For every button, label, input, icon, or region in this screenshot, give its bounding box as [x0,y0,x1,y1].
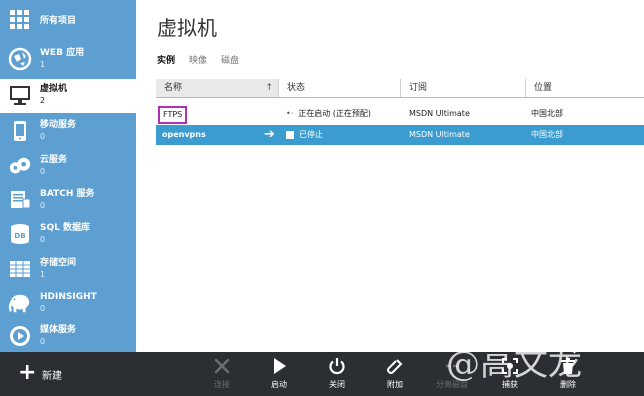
attach-label: 附加 [387,380,403,389]
stopped-status-icon [286,130,294,139]
attach-icon [385,356,405,376]
sidebar-item-label: WEB 应用 [40,48,85,58]
attach-button[interactable]: 附加 [375,356,415,392]
table-row[interactable]: FTPS •· 正在启动 (正在预配) MSDN Ultimate 中国北部 [156,104,644,124]
vm-location: 中国北部 [531,109,563,118]
database-icon: DB [8,222,32,246]
web-app-icon [8,47,32,71]
sidebar-item-web-apps[interactable]: WEB 应用 1 [0,43,136,77]
plus-icon: + [18,360,37,385]
sidebar-item-label: 存储空间 [40,258,77,268]
detach-icon [442,356,462,376]
delete-button[interactable]: 删除 [548,356,588,392]
sort-ascending-icon: ↑ [265,83,273,93]
connect-button[interactable]: 连接 [202,356,242,392]
shutdown-label: 关闭 [329,380,345,389]
command-bar: + 新建 连接 启动 关闭 附加 分离磁盘 捕获 删除 [0,352,644,396]
sidebar-item-label: 媒体服务 [40,325,77,335]
vm-name[interactable]: openvpns [162,125,206,145]
column-header-label: 位置 [534,83,553,93]
column-header-label: 状态 [287,83,306,93]
sidebar-item-cloud-services[interactable]: 云服务 0 [0,150,136,184]
vm-name-cell: FTPS [158,104,268,124]
start-button[interactable]: 启动 [259,356,299,392]
capture-button[interactable]: 捕获 [490,356,530,392]
column-header-name[interactable]: 名称 ↑ [156,79,279,97]
shutdown-button[interactable]: 关闭 [317,356,357,392]
delete-label: 删除 [560,380,576,389]
svg-text:DB: DB [14,232,25,240]
sidebar-item-label: BATCH 服务 [40,189,95,199]
column-header-subscription[interactable]: 订阅 [401,79,526,97]
sidebar: 所有项目 WEB 应用 1 虚拟机 2 移动服务 0 云服务 0 BATCH 服… [0,0,136,352]
sidebar-item-storage[interactable]: 存储空间 1 [0,253,136,287]
new-button-label: 新建 [42,371,62,382]
virtual-machine-icon [8,83,32,107]
sidebar-item-label: 移动服务 [40,120,77,130]
vm-subscription: MSDN Ultimate [409,130,470,139]
sidebar-item-all-items[interactable]: 所有项目 [0,4,136,38]
media-play-icon [8,324,32,348]
column-header-label: 名称 [164,83,183,93]
tab-images[interactable]: 映像 [189,53,207,66]
storage-table-icon [8,257,32,281]
page-title: 虚拟机 [157,16,217,40]
capture-icon [500,356,520,376]
sidebar-item-label: SQL 数据库 [40,223,91,233]
sidebar-item-count: 0 [40,304,46,313]
sidebar-item-sql-databases[interactable]: DB SQL 数据库 0 [0,218,136,252]
table-header: 名称 ↑ 状态 订阅 位置 [156,79,644,98]
starting-status-icon: •· [286,109,294,118]
grid-icon [8,8,32,32]
vm-subscription: MSDN Ultimate [409,109,470,118]
sidebar-item-count: 0 [40,201,46,210]
start-label: 启动 [271,380,287,389]
sidebar-item-count: 0 [40,167,46,176]
sidebar-item-count: 1 [40,270,46,279]
trash-icon [558,356,578,376]
batch-icon [8,188,32,212]
cloud-gear-icon [8,154,32,178]
vm-status-cell: •· 正在启动 (正在预配) [286,104,371,124]
sidebar-item-media-services[interactable]: 媒体服务 0 [0,320,136,354]
sidebar-item-mobile-services[interactable]: 移动服务 0 [0,115,136,149]
vm-location: 中国北部 [531,130,563,139]
sidebar-item-label: 云服务 [40,155,68,165]
vm-status: 正在启动 (正在预配) [298,109,372,118]
sidebar-item-count: 1 [40,60,46,69]
sidebar-item-hdinsight[interactable]: HDINSIGHT 0 [0,287,136,321]
table-row-selected[interactable]: openvpns ➔ 已停止 MSDN Ultimate 中国北部 [156,125,644,145]
sidebar-item-batch-services[interactable]: BATCH 服务 0 [0,184,136,218]
play-icon [269,356,289,376]
connect-label: 连接 [214,380,230,389]
tab-instances[interactable]: 实例 [157,53,175,66]
detach-disk-label: 分离磁盘 [436,380,468,389]
sidebar-item-count: 0 [40,235,46,244]
detach-disk-button[interactable]: 分离磁盘 [432,356,472,392]
sidebar-item-virtual-machines[interactable]: 虚拟机 2 [0,79,136,113]
elephant-icon [8,291,32,315]
power-icon [327,356,347,376]
sidebar-item-count: 2 [40,96,46,105]
sidebar-item-label: HDINSIGHT [40,292,97,302]
sidebar-item-label: 虚拟机 [40,84,68,94]
column-header-location[interactable]: 位置 [526,79,644,97]
vm-status: 已停止 [299,130,323,139]
connect-icon [212,356,232,376]
vm-name[interactable]: FTPS [158,106,188,124]
sidebar-item-label: 所有项目 [40,16,77,26]
mobile-icon [8,119,32,143]
sidebar-item-count: 0 [40,132,46,141]
main-content: 虚拟机 实例 映像 磁盘 名称 ↑ 状态 订阅 位置 FTPS •· 正在启动 (… [136,0,644,352]
column-header-label: 订阅 [409,83,428,93]
sidebar-item-count: 0 [40,337,46,346]
vm-status-cell: 已停止 [286,125,323,145]
column-header-status[interactable]: 状态 [279,79,401,97]
tab-disks[interactable]: 磁盘 [221,53,239,66]
capture-label: 捕获 [502,380,518,389]
row-arrow-icon[interactable]: ➔ [264,125,275,145]
